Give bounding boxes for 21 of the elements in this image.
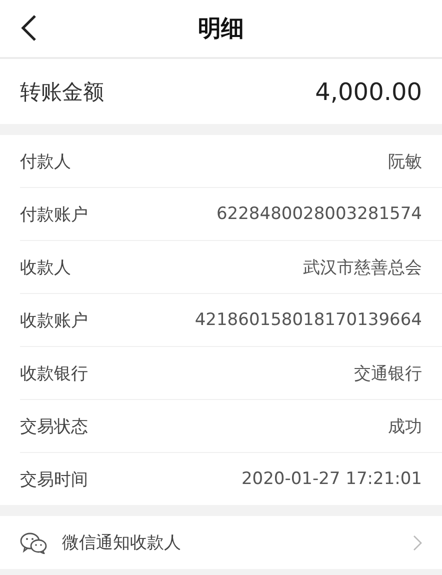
detail-label: 收款账户: [20, 310, 88, 332]
detail-value: 6228480028003281574: [216, 204, 422, 224]
detail-value: 武汉市慈善总会: [303, 256, 422, 278]
detail-value: 阮敏: [388, 150, 422, 172]
detail-label: 交易时间: [20, 468, 88, 490]
detail-label: 收款人: [20, 256, 71, 278]
notify-payee-button[interactable]: 微信通知收款人: [0, 516, 442, 569]
detail-label: 付款人: [20, 150, 71, 172]
detail-value: 2020-01-27 17:21:01: [241, 469, 422, 489]
page-title: 明细: [198, 15, 244, 44]
detail-value: 成功: [388, 416, 422, 438]
detail-label: 付款账户: [20, 204, 88, 226]
detail-value: 交通银行: [354, 362, 422, 384]
amount-label: 转账金额: [20, 78, 104, 106]
detail-label: 交易状态: [20, 416, 88, 438]
amount-value: 4,000.00: [315, 78, 422, 106]
detail-label: 收款银行: [20, 362, 88, 384]
back-icon: [21, 15, 37, 41]
chat-bubbles-icon: [20, 532, 48, 554]
detail-value: 421860158018170139664: [194, 310, 422, 330]
chevron-right-icon: [413, 534, 422, 550]
